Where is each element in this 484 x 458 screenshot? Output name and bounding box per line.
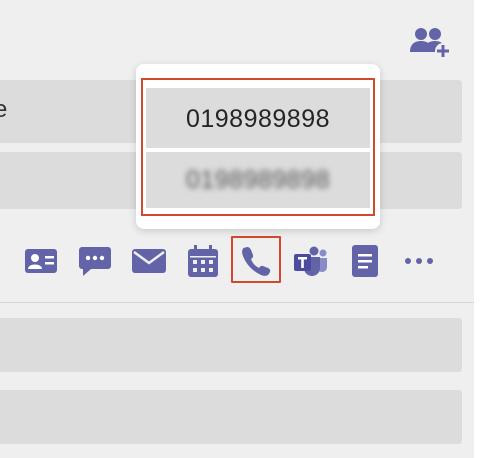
contact-card-icon[interactable]: [24, 244, 58, 278]
phone-number-redacted-text: 0198989898: [185, 166, 331, 194]
window-edge: [474, 0, 484, 458]
action-bar: [0, 236, 474, 286]
info-row: [0, 318, 462, 372]
phone-number-option[interactable]: 0198989898: [146, 88, 370, 148]
divider: [0, 302, 474, 303]
calendar-icon[interactable]: [186, 244, 220, 278]
info-row-text: e: [0, 96, 8, 123]
phone-icon[interactable]: [239, 244, 273, 278]
teams-icon[interactable]: [294, 244, 328, 278]
add-people-icon[interactable]: [409, 26, 453, 60]
phone-number-popup: 0198989898 0198989898: [136, 64, 380, 229]
document-icon[interactable]: [348, 244, 382, 278]
chat-icon[interactable]: [78, 244, 112, 278]
mail-icon[interactable]: [132, 244, 166, 278]
info-row: [0, 390, 462, 444]
contact-panel: e 0198989898 0198989898: [0, 0, 474, 458]
phone-number-option[interactable]: 0198989898: [146, 152, 370, 208]
more-icon[interactable]: [402, 244, 436, 278]
phone-number-text: 0198989898: [185, 105, 331, 133]
